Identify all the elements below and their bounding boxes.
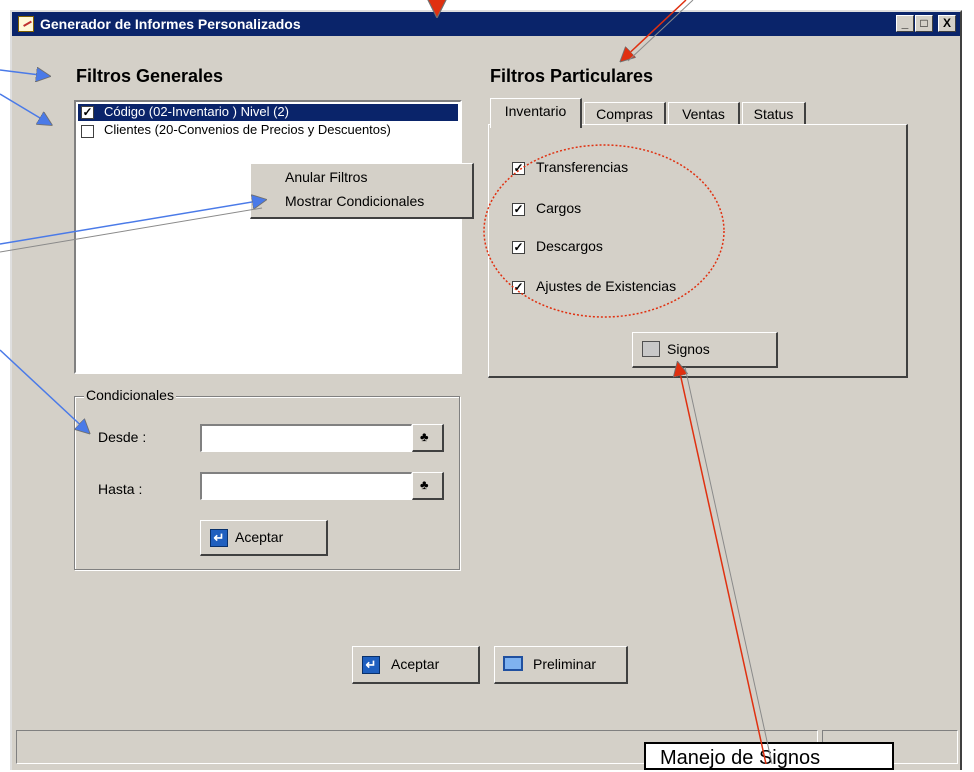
hasta-label: Hasta : <box>98 481 143 497</box>
desde-lookup-button[interactable]: ♣ <box>412 424 444 452</box>
window-title: Generador de Informes Personalizados <box>40 16 301 32</box>
desde-input[interactable] <box>200 424 412 452</box>
hasta-input[interactable] <box>200 472 412 500</box>
preview-button[interactable]: Preliminar <box>494 646 628 684</box>
general-filters-list[interactable] <box>74 100 462 374</box>
condicionales-legend: Condicionales <box>84 387 176 403</box>
binoculars-icon: ♣ <box>420 429 429 444</box>
signos-label: Signos <box>667 341 710 357</box>
accept-button[interactable]: ↵ Aceptar <box>352 646 480 684</box>
clientes-checkbox[interactable] <box>81 125 94 138</box>
ajustes-label: Ajustes de Existencias <box>536 278 677 294</box>
condicionales-accept-button[interactable]: ↵ Aceptar <box>200 520 328 556</box>
preview-label: Preliminar <box>533 656 597 672</box>
cargos-checkbox[interactable]: ✓ <box>512 203 525 216</box>
tab-status[interactable]: Status <box>742 102 806 124</box>
enter-icon: ↵ <box>362 656 380 674</box>
tab-compras[interactable]: Compras <box>584 102 666 124</box>
filtros-generales-heading: Filtros Generales <box>76 66 224 86</box>
enter-icon: ↵ <box>210 529 228 547</box>
signos-button[interactable]: Signos <box>632 332 778 368</box>
menu-item-mostrar-condicionales[interactable]: Mostrar Condicionales <box>285 193 424 209</box>
context-menu: Anular Filtros Mostrar Condicionales <box>250 163 474 219</box>
signos-tooltip: Manejo de Signos <box>644 742 894 770</box>
desde-label: Desde : <box>98 429 147 445</box>
tab-inventario[interactable]: Inventario <box>490 98 582 128</box>
minimize-button[interactable]: _ <box>896 15 914 32</box>
descargos-label: Descargos <box>536 238 603 254</box>
list-item-codigo[interactable]: Código (02-Inventario ) Nivel (2) <box>104 104 289 119</box>
transferencias-label: Transferencias <box>536 159 629 175</box>
binoculars-icon: ♣ <box>420 477 429 492</box>
title-bar: Generador de Informes Personalizados _ □… <box>12 12 960 36</box>
register-icon <box>642 341 660 357</box>
ajustes-checkbox[interactable]: ✓ <box>512 281 525 294</box>
list-item-clientes[interactable]: Clientes (20-Convenios de Precios y Desc… <box>104 122 391 137</box>
transferencias-checkbox[interactable]: ✓ <box>512 162 525 175</box>
tab-ventas[interactable]: Ventas <box>668 102 740 124</box>
filtros-particulares-heading: Filtros Particulares <box>490 66 654 86</box>
close-button[interactable]: X <box>938 15 956 32</box>
condicionales-accept-label: Aceptar <box>235 529 284 545</box>
codigo-checkbox[interactable]: ✓ <box>81 106 94 119</box>
menu-item-anular-filtros[interactable]: Anular Filtros <box>285 169 367 185</box>
maximize-button[interactable]: □ <box>915 15 933 32</box>
hasta-lookup-button[interactable]: ♣ <box>412 472 444 500</box>
cargos-label: Cargos <box>536 200 582 216</box>
accept-label: Aceptar <box>391 656 440 672</box>
monitor-icon <box>503 656 523 671</box>
descargos-checkbox[interactable]: ✓ <box>512 241 525 254</box>
app-icon <box>18 16 34 32</box>
